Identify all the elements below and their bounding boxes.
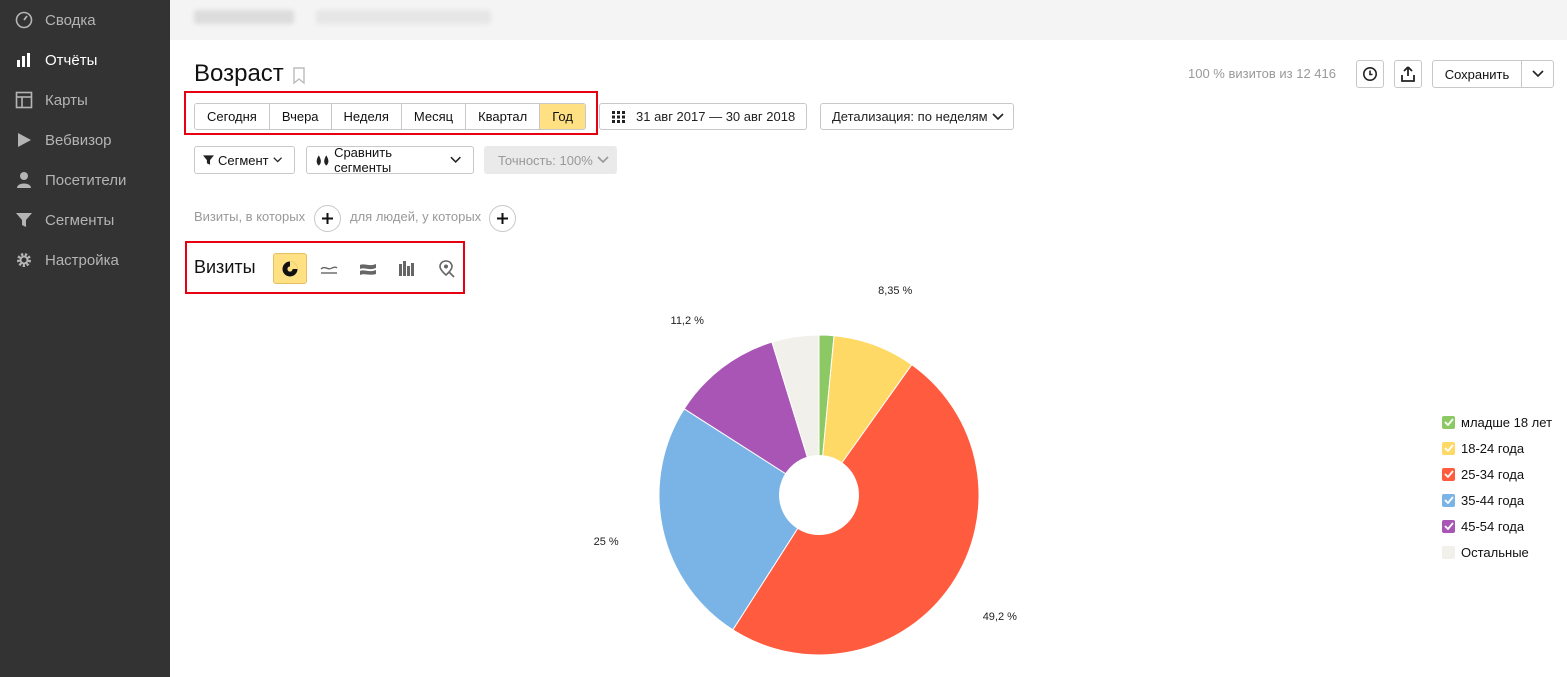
slice-percent-label: 11,2 % bbox=[670, 315, 704, 328]
legend-checkbox[interactable] bbox=[1442, 467, 1455, 481]
legend-label: 35-44 года bbox=[1461, 492, 1525, 508]
legend-item[interactable]: младше 18 лет bbox=[1442, 414, 1552, 430]
legend-item[interactable]: 45-54 года bbox=[1442, 518, 1524, 534]
check-icon bbox=[1443, 418, 1454, 426]
pie-chart bbox=[658, 334, 980, 656]
check-icon bbox=[1443, 522, 1454, 530]
slice-percent-label: 8,35 % bbox=[878, 284, 913, 297]
check-icon bbox=[1443, 470, 1454, 478]
legend-label: Остальные bbox=[1461, 544, 1529, 560]
legend-label: младше 18 лет bbox=[1461, 414, 1553, 430]
donut-hole bbox=[779, 455, 859, 535]
legend-item[interactable]: 18-24 года bbox=[1442, 440, 1524, 456]
legend-item[interactable]: 25-34 года bbox=[1442, 466, 1524, 482]
legend-label: 18-24 года bbox=[1461, 440, 1525, 456]
slice-percent-label: 49,2 % bbox=[982, 610, 1017, 623]
legend-checkbox[interactable] bbox=[1442, 545, 1455, 559]
legend-item[interactable]: Остальные bbox=[1442, 544, 1529, 560]
legend-item[interactable]: 35-44 года bbox=[1442, 492, 1524, 508]
check-icon bbox=[1443, 444, 1454, 452]
legend-checkbox[interactable] bbox=[1442, 415, 1455, 429]
legend-label: 25-34 года bbox=[1461, 466, 1525, 482]
legend-checkbox[interactable] bbox=[1442, 493, 1455, 507]
slice-percent-label: 25 % bbox=[593, 535, 619, 548]
legend-label: 45-54 года bbox=[1461, 518, 1525, 534]
check-icon bbox=[1443, 496, 1454, 504]
legend-checkbox[interactable] bbox=[1442, 441, 1455, 455]
legend-checkbox[interactable] bbox=[1442, 519, 1455, 533]
